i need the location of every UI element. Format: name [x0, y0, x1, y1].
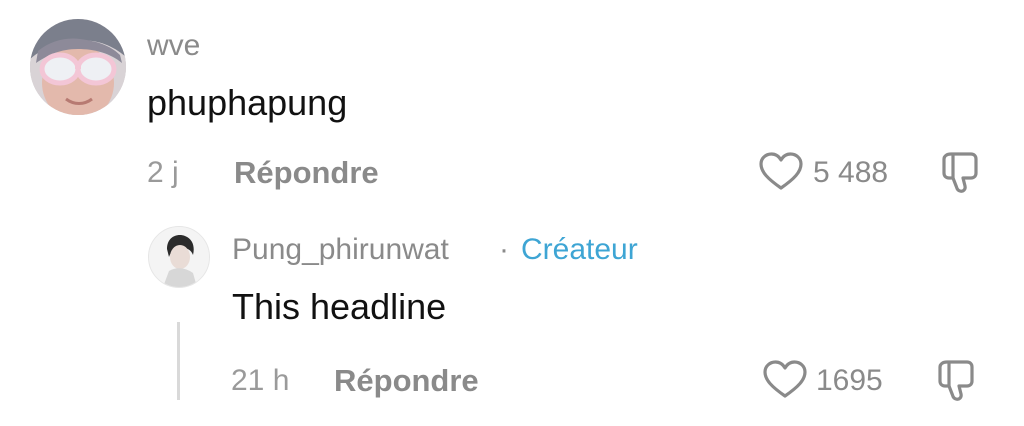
- heart-icon[interactable]: [758, 152, 804, 192]
- username-separator: ·: [499, 233, 509, 266]
- reply-timestamp: 21 h: [231, 364, 290, 397]
- thread-line: [177, 322, 180, 400]
- reply-reply-button[interactable]: Répondre: [334, 363, 479, 399]
- dislike-icon[interactable]: [933, 359, 979, 403]
- reply-text: This headline: [232, 286, 447, 327]
- dislike-icon[interactable]: [937, 151, 983, 195]
- comment-timestamp: 2 j: [147, 156, 179, 189]
- heart-icon[interactable]: [762, 360, 808, 400]
- comment-username[interactable]: wve: [147, 29, 200, 63]
- creator-badge: Créateur: [521, 233, 638, 266]
- comment-like-count: 5 488: [813, 156, 889, 189]
- reply-like-count: 1695: [816, 364, 883, 397]
- comment-reply-button[interactable]: Répondre: [234, 155, 379, 191]
- comment-text: phuphapung: [147, 82, 348, 123]
- commenter-avatar[interactable]: [30, 19, 126, 115]
- reply-username[interactable]: Pung_phirunwat: [232, 233, 449, 267]
- creator-avatar[interactable]: [148, 226, 210, 288]
